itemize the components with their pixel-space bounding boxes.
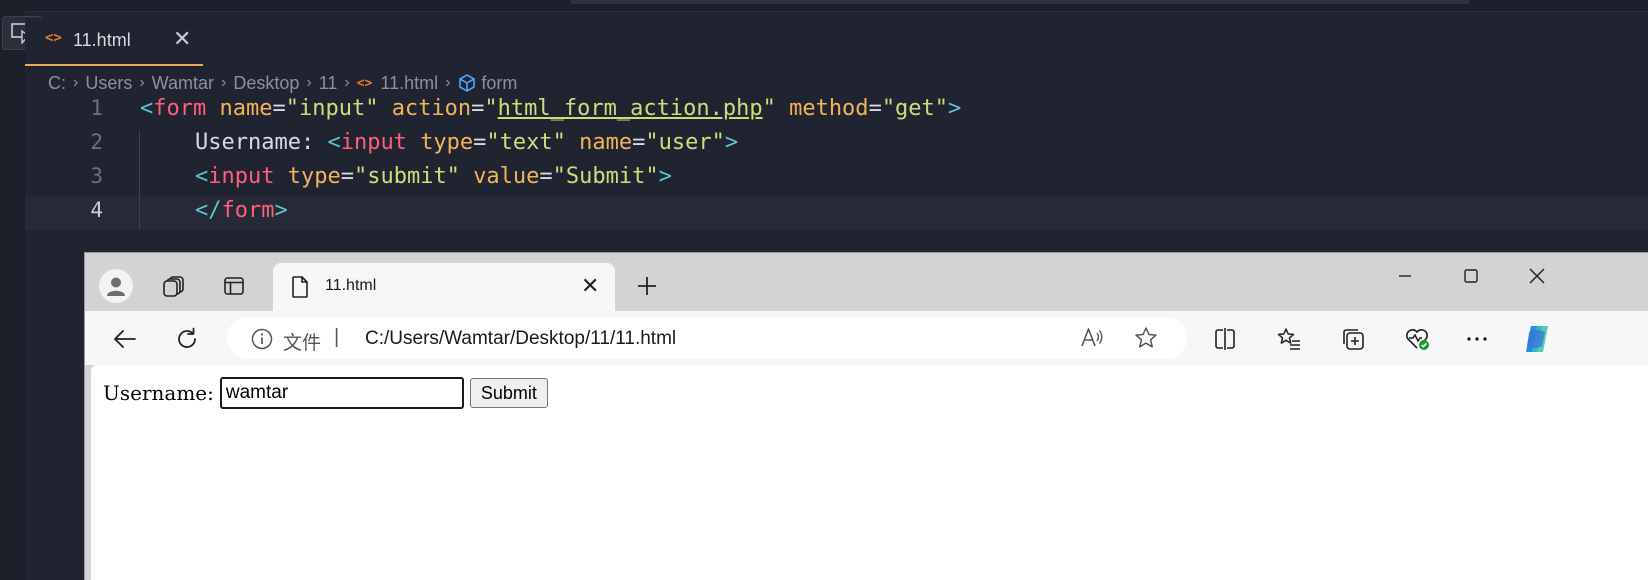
code-text: Username: <input type="text" name="user"…	[195, 130, 739, 155]
split-screen-button[interactable]	[1207, 321, 1243, 357]
copilot-icon	[1526, 326, 1548, 352]
line-number: 3	[90, 164, 103, 188]
arrow-left-icon	[114, 330, 136, 348]
read-aloud-icon[interactable]	[1079, 325, 1105, 356]
info-icon[interactable]	[251, 328, 273, 355]
breadcrumb-symbol[interactable]: form	[481, 73, 517, 94]
browser-essentials-button[interactable]	[1399, 321, 1435, 357]
maximize-icon	[1464, 269, 1478, 283]
code-line[interactable]: 3 <input type="submit" value="Submit">	[25, 162, 1648, 196]
avatar-icon	[107, 277, 125, 296]
breadcrumb: C: › Users › Wamtar › Desktop › 11 › <> …	[48, 70, 517, 96]
symbol-cube-icon	[457, 73, 477, 93]
code-editor[interactable]: 1 <form name="input" action="html_form_a…	[25, 96, 1648, 240]
site-info-label[interactable]: 文件	[283, 328, 321, 355]
breadcrumb-item[interactable]: Users	[85, 73, 132, 94]
close-icon	[1529, 268, 1545, 284]
refresh-button[interactable]	[169, 321, 205, 357]
username-form: Username: Submit	[103, 377, 548, 409]
favorite-star-icon[interactable]	[1133, 325, 1159, 356]
address-bar[interactable]: 文件 | C:/Users/Wamtar/Desktop/11/11.html	[227, 317, 1187, 359]
code-line[interactable]: 1 <form name="input" action="html_form_a…	[25, 94, 1648, 128]
code-text: <form name="input" action="html_form_act…	[140, 96, 962, 121]
collections-button[interactable]	[157, 269, 191, 303]
chevron-right-icon: ›	[139, 74, 145, 91]
plus-icon	[638, 277, 656, 295]
favorites-list-icon	[1277, 328, 1300, 350]
collections-icon	[1343, 329, 1364, 350]
browser-window: 11.html ✕ 文件 | C:/Users/Wamtar/Desktop/1…	[84, 252, 1648, 580]
favorites-button[interactable]	[1271, 321, 1307, 357]
activity-strip	[0, 0, 25, 580]
new-tab-button[interactable]	[630, 269, 664, 303]
code-line[interactable]: 2 Username: <input type="text" name="use…	[25, 128, 1648, 162]
chevron-right-icon: ›	[445, 74, 451, 91]
copilot-button[interactable]	[1519, 321, 1555, 357]
username-label: Username:	[103, 381, 214, 405]
window-close-button[interactable]	[1515, 259, 1559, 293]
line-number: 4	[90, 198, 103, 222]
breadcrumb-item[interactable]: Wamtar	[152, 73, 214, 94]
profile-button[interactable]	[99, 269, 133, 303]
document-icon	[289, 275, 311, 304]
breadcrumb-item[interactable]: Desktop	[233, 73, 299, 94]
line-number: 1	[90, 96, 103, 120]
minimize-icon	[1399, 275, 1411, 277]
tab-actions-icon	[224, 277, 244, 295]
vertical-tabs-button[interactable]	[217, 269, 251, 303]
browser-tab-strip: 11.html ✕	[85, 253, 1648, 311]
breadcrumb-file[interactable]: 11.html	[380, 73, 438, 94]
refresh-icon	[178, 327, 196, 348]
html-file-icon: <>	[45, 30, 62, 46]
more-menu-button[interactable]	[1459, 321, 1495, 357]
breadcrumb-item[interactable]: 11	[319, 73, 338, 94]
editor-tab-11-html[interactable]: <> 11.html ✕	[25, 18, 203, 66]
collections-toolbar-button[interactable]	[1335, 321, 1371, 357]
browser-tab-label: 11.html	[325, 277, 377, 294]
editor-top-bar	[0, 0, 1648, 12]
url-text[interactable]: C:/Users/Wamtar/Desktop/11/11.html	[365, 328, 676, 350]
chevron-right-icon: ›	[306, 74, 312, 91]
line-number: 2	[90, 130, 103, 154]
username-input[interactable]	[219, 377, 464, 409]
top-scroll-thumb[interactable]	[570, 0, 1470, 4]
code-line-current[interactable]: 4 </form>	[25, 196, 1648, 230]
html-file-icon: <>	[356, 75, 373, 91]
submit-button[interactable]: Submit	[469, 378, 548, 408]
address-separator: |	[334, 326, 340, 348]
browser-toolbar: 文件 | C:/Users/Wamtar/Desktop/11/11.html	[85, 311, 1648, 365]
more-dots-icon	[1467, 337, 1487, 341]
code-text: <input type="submit" value="Submit">	[195, 164, 672, 189]
chevron-right-icon: ›	[221, 74, 227, 91]
page-content: Username: Submit	[91, 365, 1648, 580]
indent-guide	[139, 130, 140, 230]
maximize-button[interactable]	[1449, 259, 1493, 293]
browser-tab-11-html[interactable]: 11.html ✕	[273, 263, 615, 311]
close-icon[interactable]: ✕	[173, 26, 191, 52]
breadcrumb-item[interactable]: C:	[48, 73, 66, 94]
minimize-button[interactable]	[1383, 259, 1427, 293]
chevron-right-icon: ›	[344, 74, 350, 91]
code-text: </form>	[195, 198, 288, 223]
split-screen-icon	[1215, 328, 1235, 350]
heart-pulse-icon	[1406, 329, 1429, 350]
back-button[interactable]	[107, 321, 143, 357]
workspaces-icon	[163, 276, 184, 297]
close-icon[interactable]: ✕	[581, 273, 599, 299]
chevron-right-icon: ›	[73, 74, 79, 91]
editor-tab-label: 11.html	[73, 30, 131, 50]
file-link[interactable]: html_form_action.php	[498, 96, 763, 121]
